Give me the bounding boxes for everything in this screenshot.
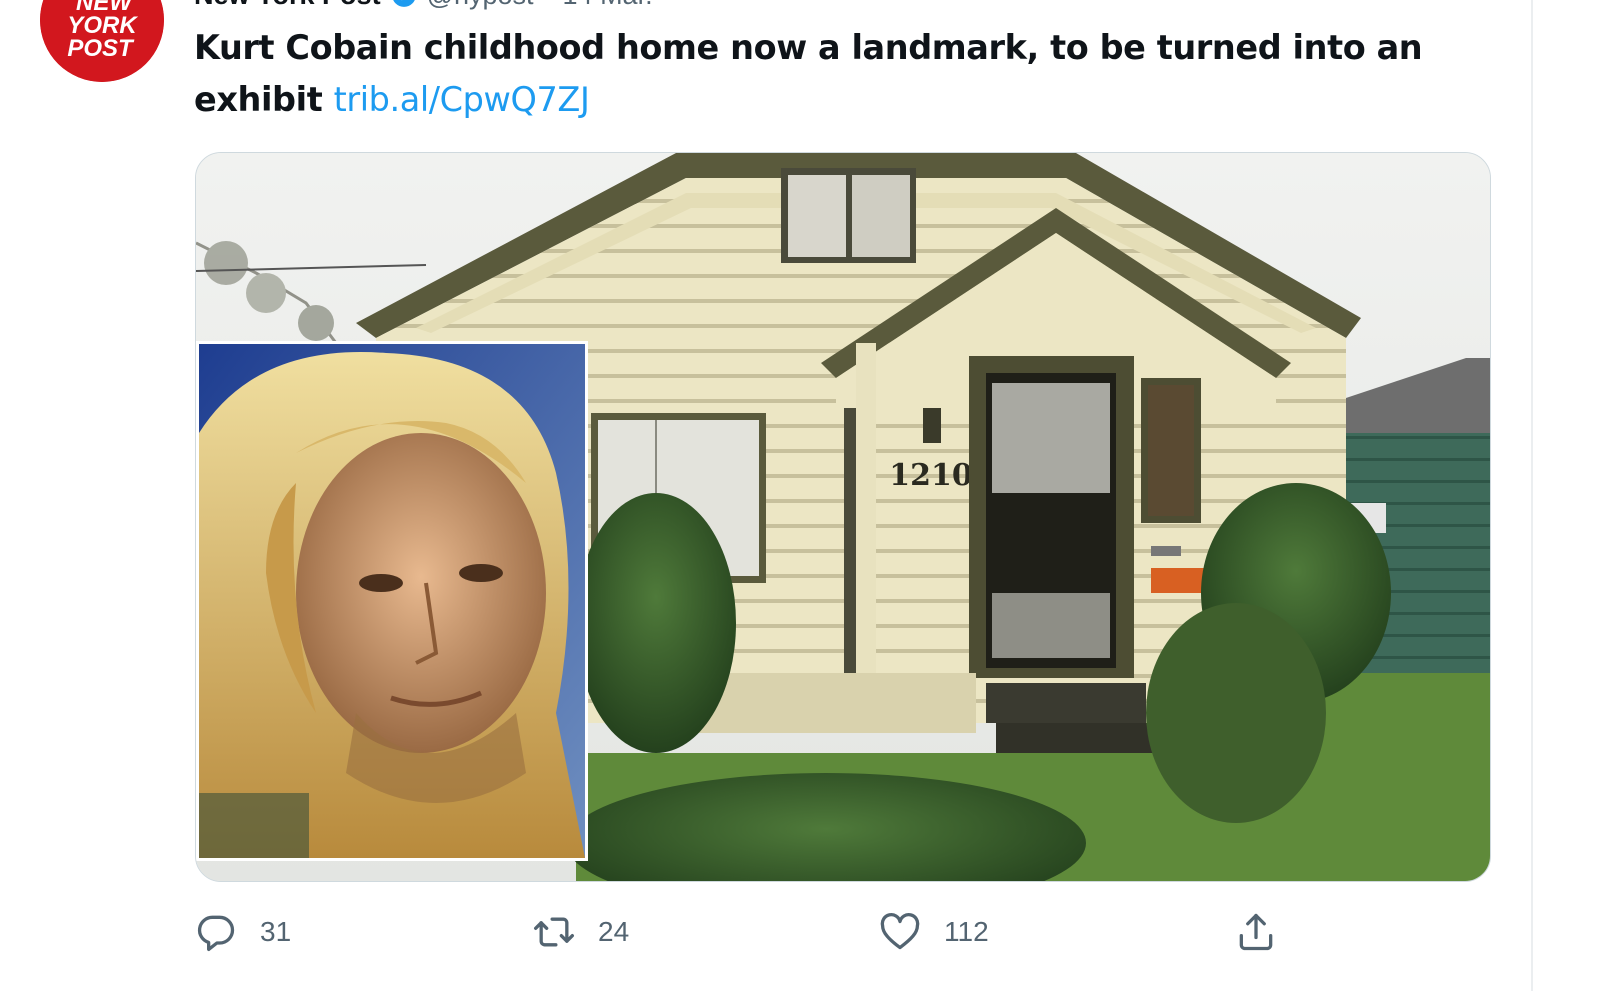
inset-portrait	[196, 341, 588, 861]
author-handle[interactable]: @nypost	[427, 0, 534, 11]
retweet-icon	[534, 917, 574, 947]
like-icon	[880, 912, 920, 950]
separator: ·	[544, 0, 553, 11]
retweet-button[interactable]: 24	[532, 910, 629, 954]
reply-count: 31	[260, 916, 292, 947]
tweet-header: New York Post @nypost · 14 Mar.	[194, 0, 653, 10]
timeline-border	[1531, 0, 1533, 991]
svg-text:POST: POST	[67, 35, 135, 62]
house-number: 1210	[889, 458, 973, 493]
like-count: 112	[944, 916, 989, 947]
avatar[interactable]: NEW YORK POST	[40, 0, 164, 82]
tweet-media[interactable]: 1210	[195, 152, 1491, 882]
share-button[interactable]	[1234, 910, 1278, 954]
reply-button[interactable]: 31	[194, 910, 291, 954]
like-button[interactable]: 112	[878, 910, 989, 954]
retweet-count: 24	[598, 916, 630, 947]
author-name[interactable]: New York Post	[194, 0, 381, 11]
share-icon	[1239, 913, 1273, 951]
reply-icon	[197, 915, 235, 952]
tweet-text: Kurt Cobain childhood home now a landmar…	[194, 22, 1474, 126]
verified-badge-icon	[392, 0, 415, 7]
tweet-link[interactable]: trib.al/CpwQ7ZJ	[334, 80, 590, 119]
timestamp[interactable]: 14 Mar.	[563, 0, 653, 11]
tweet-actions: 31 24 112	[194, 910, 1294, 960]
new-york-post-logo: NEW YORK POST	[40, 0, 164, 82]
